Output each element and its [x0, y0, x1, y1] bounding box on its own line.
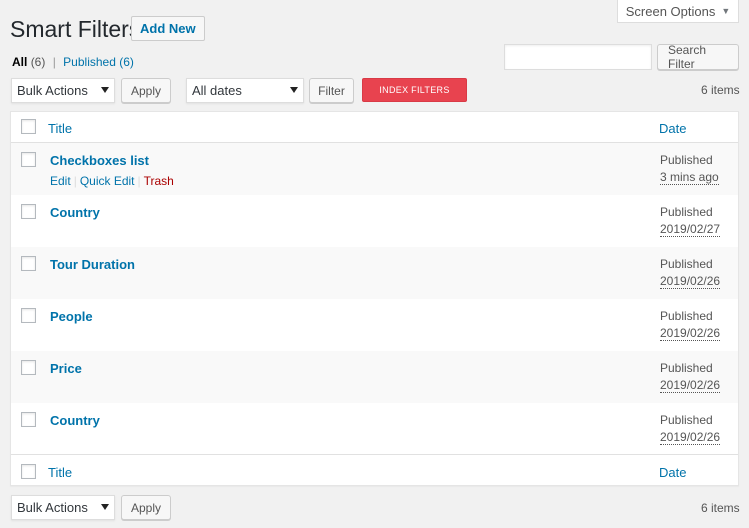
- filter-button[interactable]: Filter: [309, 78, 354, 103]
- row-checkbox[interactable]: [21, 412, 36, 427]
- date-column-footer[interactable]: Date: [659, 465, 686, 480]
- row-status: Published: [660, 361, 713, 375]
- quick-edit-link[interactable]: Quick Edit: [80, 174, 135, 188]
- table-row: Country Published 2019/02/27: [11, 195, 738, 247]
- items-count-bottom: 6 items: [701, 501, 740, 515]
- row-title-link[interactable]: Checkboxes list: [50, 153, 149, 168]
- row-status: Published: [660, 309, 713, 323]
- row-title-link[interactable]: Price: [50, 361, 82, 376]
- date-filter-select[interactable]: All dates: [186, 78, 304, 103]
- view-published-count: (6): [119, 55, 134, 69]
- table-row: People Published 2019/02/26: [11, 299, 738, 351]
- view-all-count: (6): [30, 55, 46, 69]
- dropdown-arrow-icon: [101, 87, 109, 93]
- row-date-cell: Published 3 mins ago: [660, 152, 719, 186]
- bulk-actions-select-bottom[interactable]: Bulk Actions: [11, 495, 115, 520]
- screen-options-label: Screen Options: [625, 3, 716, 19]
- row-actions-separator: |: [137, 174, 141, 188]
- select-all-checkbox[interactable]: [21, 119, 36, 134]
- row-status: Published: [660, 205, 713, 219]
- items-count-top: 6 items: [701, 83, 740, 97]
- table-row: Checkboxes list Edit | Quick Edit | Trash Pu…: [11, 143, 738, 195]
- row-date: 2019/02/26: [660, 430, 721, 445]
- date-column-header[interactable]: Date: [659, 121, 686, 136]
- row-title-link[interactable]: People: [50, 309, 93, 324]
- row-title-link[interactable]: Country: [50, 413, 100, 428]
- date-filter-value: All dates: [192, 83, 242, 98]
- row-date-cell: Published 2019/02/27: [660, 204, 721, 238]
- row-title-link[interactable]: Tour Duration: [50, 257, 135, 272]
- row-date-cell: Published 2019/02/26: [660, 360, 721, 394]
- bulk-actions-value: Bulk Actions: [17, 83, 88, 98]
- table-row: Country Published 2019/02/26: [11, 403, 738, 455]
- table-row: Tour Duration Published 2019/02/26: [11, 247, 738, 299]
- row-date: 2019/02/26: [660, 378, 721, 393]
- row-date: 2019/02/26: [660, 274, 721, 289]
- page-title: Smart Filters: [10, 16, 141, 42]
- screen-options-button[interactable]: Screen Options ▼: [617, 0, 739, 23]
- table-footer-row: Title Date: [11, 454, 738, 485]
- row-status: Published: [660, 153, 713, 167]
- row-date: 3 mins ago: [660, 170, 719, 185]
- status-views: All (6) | Published (6): [12, 55, 134, 69]
- trash-link[interactable]: Trash: [144, 174, 174, 188]
- bulk-actions-select-top[interactable]: Bulk Actions: [11, 78, 115, 103]
- row-checkbox[interactable]: [21, 256, 36, 271]
- row-actions-separator: |: [73, 174, 77, 188]
- caret-down-icon: ▼: [721, 6, 731, 16]
- add-new-button[interactable]: Add New: [131, 16, 205, 41]
- row-date-cell: Published 2019/02/26: [660, 308, 721, 342]
- bulk-actions-value: Bulk Actions: [17, 500, 88, 515]
- view-published-link[interactable]: Published: [63, 55, 116, 69]
- row-date: 2019/02/26: [660, 326, 721, 341]
- apply-button-top[interactable]: Apply: [121, 78, 171, 103]
- row-status: Published: [660, 413, 713, 427]
- row-checkbox[interactable]: [21, 308, 36, 323]
- row-actions: Edit | Quick Edit | Trash: [50, 174, 174, 188]
- apply-button-bottom[interactable]: Apply: [121, 495, 171, 520]
- row-checkbox[interactable]: [21, 152, 36, 167]
- filters-table: Title Date Checkboxes list Edit | Quick Ed…: [10, 111, 739, 486]
- table-row: Price Published 2019/02/26: [11, 351, 738, 403]
- title-column-header[interactable]: Title: [48, 121, 72, 136]
- row-date: 2019/02/27: [660, 222, 721, 237]
- row-date-cell: Published 2019/02/26: [660, 412, 721, 446]
- select-all-checkbox-footer[interactable]: [21, 464, 36, 479]
- dropdown-arrow-icon: [290, 87, 298, 93]
- index-filters-button[interactable]: INDEX FILTERS: [362, 78, 467, 102]
- search-filter-button[interactable]: Search Filter: [657, 43, 739, 71]
- view-all-link[interactable]: All: [12, 55, 27, 69]
- row-status: Published: [660, 257, 713, 271]
- row-date-cell: Published 2019/02/26: [660, 256, 721, 290]
- row-checkbox[interactable]: [21, 360, 36, 375]
- views-separator: |: [52, 55, 56, 69]
- search-input[interactable]: [504, 44, 652, 70]
- row-checkbox[interactable]: [21, 204, 36, 219]
- table-header-row: Title Date: [11, 112, 738, 143]
- dropdown-arrow-icon: [101, 504, 109, 510]
- edit-link[interactable]: Edit: [50, 174, 71, 188]
- title-column-footer[interactable]: Title: [48, 465, 72, 480]
- row-title-link[interactable]: Country: [50, 205, 100, 220]
